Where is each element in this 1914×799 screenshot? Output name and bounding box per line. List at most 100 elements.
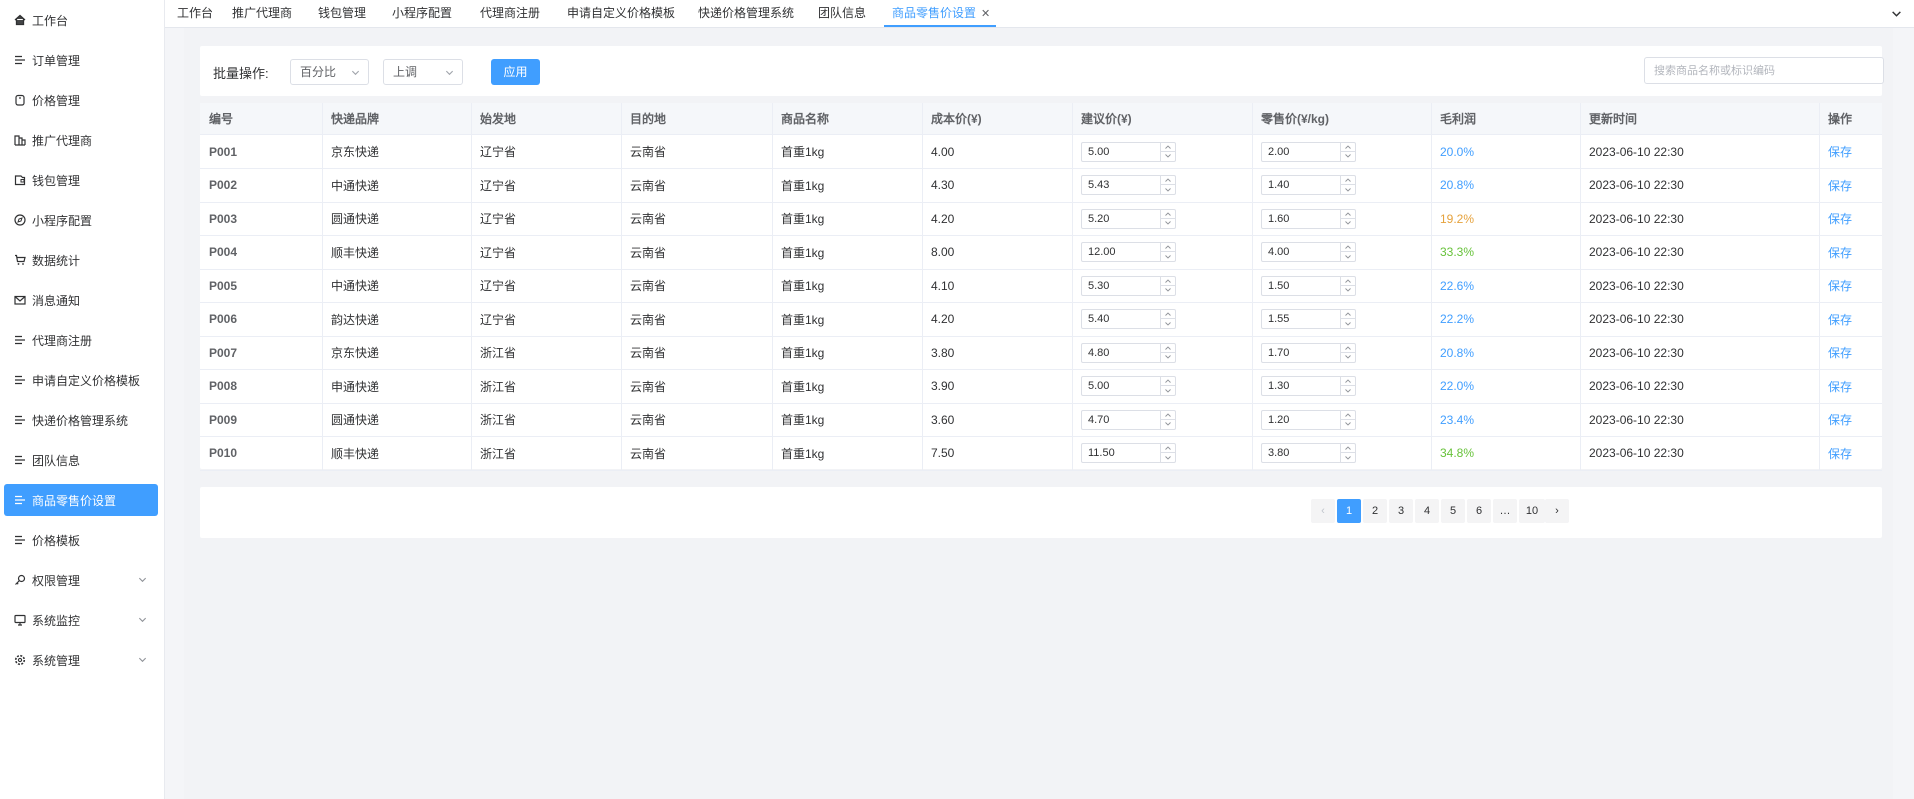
- apply-button[interactable]: 应用: [491, 59, 540, 85]
- tab[interactable]: 工作台: [177, 0, 213, 27]
- sidebar-item[interactable]: 系统管理: [4, 644, 158, 676]
- retail-price-input[interactable]: 1.20: [1261, 409, 1356, 430]
- sidebar-item[interactable]: 订单管理: [4, 44, 158, 76]
- save-link[interactable]: 保存: [1828, 411, 1852, 428]
- tab[interactable]: 推广代理商: [232, 0, 292, 27]
- increment-icon[interactable]: [1341, 210, 1355, 219]
- tab[interactable]: 团队信息: [818, 0, 866, 27]
- tab[interactable]: 代理商注册: [480, 0, 540, 27]
- decrement-icon[interactable]: [1341, 386, 1355, 395]
- page-button[interactable]: 1: [1337, 499, 1361, 523]
- suggested-price-input[interactable]: 5.43: [1081, 175, 1176, 195]
- increment-icon[interactable]: [1161, 377, 1175, 386]
- page-button[interactable]: 4: [1415, 499, 1439, 523]
- prev-page-button[interactable]: ‹: [1311, 499, 1335, 523]
- decrement-icon[interactable]: [1161, 185, 1175, 194]
- retail-price-input[interactable]: 1.60: [1261, 208, 1356, 229]
- sidebar-item[interactable]: 工作台: [4, 4, 158, 36]
- sidebar-item[interactable]: 权限管理: [4, 564, 158, 596]
- decrement-icon[interactable]: [1161, 386, 1175, 395]
- decrement-icon[interactable]: [1341, 286, 1355, 295]
- decrement-icon[interactable]: [1341, 252, 1355, 261]
- suggested-price-input[interactable]: 5.00: [1081, 376, 1176, 396]
- increment-icon[interactable]: [1341, 411, 1355, 420]
- sidebar-item[interactable]: 推广代理商: [4, 124, 158, 156]
- tab[interactable]: 商品零售价设置 ✕: [884, 0, 997, 27]
- tab[interactable]: 快递价格管理系统: [698, 0, 794, 27]
- save-link[interactable]: 保存: [1828, 445, 1852, 462]
- decrement-icon[interactable]: [1341, 353, 1355, 362]
- increment-icon[interactable]: [1341, 176, 1355, 185]
- decrement-icon[interactable]: [1341, 319, 1355, 328]
- decrement-icon[interactable]: [1161, 353, 1175, 362]
- sidebar-item[interactable]: 团队信息: [4, 444, 158, 476]
- increment-icon[interactable]: [1341, 344, 1355, 353]
- decrement-icon[interactable]: [1161, 453, 1175, 462]
- page-button[interactable]: 6: [1467, 499, 1491, 523]
- page-button[interactable]: 10: [1519, 499, 1545, 523]
- sidebar-item[interactable]: 价格管理: [4, 84, 158, 116]
- sidebar-item[interactable]: 价格模板: [4, 524, 158, 556]
- suggested-price-input[interactable]: 5.40: [1081, 309, 1176, 329]
- save-link[interactable]: 保存: [1828, 344, 1852, 361]
- increment-icon[interactable]: [1341, 277, 1355, 286]
- suggested-price-input[interactable]: 5.20: [1081, 208, 1176, 229]
- save-link[interactable]: 保存: [1828, 244, 1852, 261]
- suggested-price-input[interactable]: 4.80: [1081, 342, 1176, 363]
- retail-price-input[interactable]: 1.40: [1261, 175, 1356, 195]
- increment-icon[interactable]: [1161, 277, 1175, 286]
- retail-price-input[interactable]: 2.00: [1261, 141, 1356, 162]
- retail-price-input[interactable]: 1.30: [1261, 376, 1356, 396]
- search-input[interactable]: [1644, 57, 1884, 84]
- increment-icon[interactable]: [1341, 377, 1355, 386]
- retail-price-input[interactable]: 3.80: [1261, 443, 1356, 463]
- sidebar-item[interactable]: 系统监控: [4, 604, 158, 636]
- page-button[interactable]: 2: [1363, 499, 1387, 523]
- decrement-icon[interactable]: [1161, 252, 1175, 261]
- retail-price-input[interactable]: 4.00: [1261, 242, 1356, 262]
- retail-price-input[interactable]: 1.55: [1261, 309, 1356, 329]
- sidebar-item[interactable]: 快递价格管理系统: [4, 404, 158, 436]
- suggested-price-input[interactable]: 12.00: [1081, 242, 1176, 262]
- adjust-direction-select[interactable]: 上调: [383, 59, 463, 85]
- next-page-button[interactable]: ›: [1545, 499, 1569, 523]
- increment-icon[interactable]: [1341, 143, 1355, 152]
- decrement-icon[interactable]: [1161, 219, 1175, 228]
- adjust-mode-select[interactable]: 百分比: [290, 59, 369, 85]
- decrement-icon[interactable]: [1161, 319, 1175, 328]
- sidebar-item[interactable]: 数据统计: [4, 244, 158, 276]
- decrement-icon[interactable]: [1341, 453, 1355, 462]
- increment-icon[interactable]: [1161, 143, 1175, 152]
- retail-price-input[interactable]: 1.50: [1261, 275, 1356, 296]
- decrement-icon[interactable]: [1341, 152, 1355, 161]
- decrement-icon[interactable]: [1341, 185, 1355, 194]
- increment-icon[interactable]: [1161, 344, 1175, 353]
- save-link[interactable]: 保存: [1828, 277, 1852, 294]
- save-link[interactable]: 保存: [1828, 210, 1852, 227]
- increment-icon[interactable]: [1161, 444, 1175, 453]
- increment-icon[interactable]: [1341, 243, 1355, 252]
- tab[interactable]: 申请自定义价格模板: [567, 0, 675, 27]
- close-icon[interactable]: ✕: [981, 1, 990, 27]
- decrement-icon[interactable]: [1161, 420, 1175, 429]
- sidebar-item[interactable]: 申请自定义价格模板: [4, 364, 158, 396]
- suggested-price-input[interactable]: 4.70: [1081, 409, 1176, 430]
- page-button[interactable]: 3: [1389, 499, 1413, 523]
- increment-icon[interactable]: [1161, 310, 1175, 319]
- suggested-price-input[interactable]: 5.00: [1081, 141, 1176, 162]
- sidebar-item[interactable]: 代理商注册: [4, 324, 158, 356]
- decrement-icon[interactable]: [1341, 420, 1355, 429]
- increment-icon[interactable]: [1161, 176, 1175, 185]
- save-link[interactable]: 保存: [1828, 311, 1852, 328]
- page-button[interactable]: 5: [1441, 499, 1465, 523]
- increment-icon[interactable]: [1341, 310, 1355, 319]
- decrement-icon[interactable]: [1161, 286, 1175, 295]
- sidebar-item[interactable]: 小程序配置: [4, 204, 158, 236]
- decrement-icon[interactable]: [1341, 219, 1355, 228]
- retail-price-input[interactable]: 1.70: [1261, 342, 1356, 363]
- chevron-down-icon[interactable]: [1891, 8, 1902, 19]
- increment-icon[interactable]: [1161, 243, 1175, 252]
- tab[interactable]: 小程序配置: [392, 0, 452, 27]
- suggested-price-input[interactable]: 5.30: [1081, 275, 1176, 296]
- more-pages-button[interactable]: …: [1493, 499, 1517, 523]
